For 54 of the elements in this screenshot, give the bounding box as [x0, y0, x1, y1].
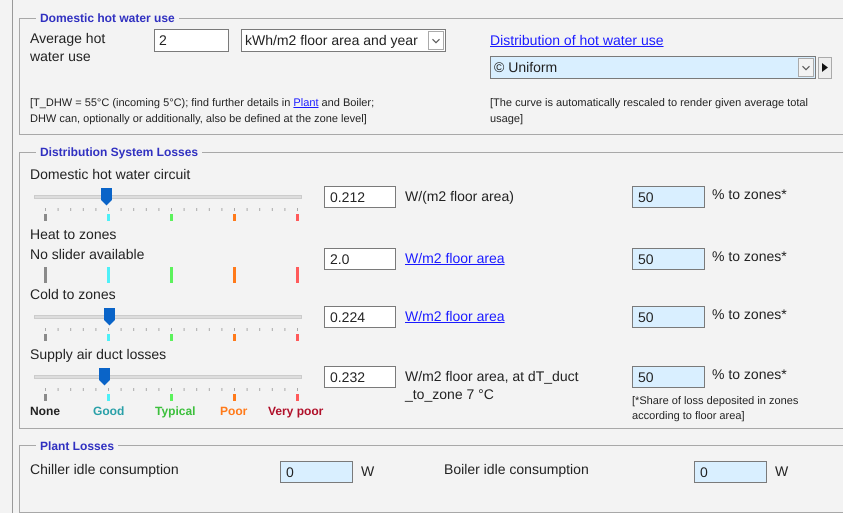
legend-label: Good [93, 403, 124, 420]
share-label: % to zones* [712, 248, 787, 264]
legend-label: None [30, 403, 60, 420]
section-title: Distribution System Losses [39, 144, 200, 162]
share-field[interactable]: 50 [632, 366, 705, 388]
triangle-right-icon [822, 63, 828, 72]
share-label: % to zones* [712, 366, 787, 382]
share-label: % to zones* [712, 306, 787, 322]
note-text: [The curve is automatically rescaled to render given average total usage] [490, 96, 809, 127]
share-field[interactable]: 50 [632, 186, 705, 208]
share-label: % to zones* [712, 186, 787, 202]
field-label: Chiller idle consumption [30, 460, 180, 480]
slider-thumb[interactable] [100, 187, 114, 206]
section-title: Domestic hot water use [39, 10, 176, 27]
row-label: Domestic hot water circuit [30, 165, 190, 184]
input-field[interactable]: 0.232 [324, 366, 396, 388]
input-field[interactable]: 2 [154, 29, 229, 52]
input-field[interactable]: 0.212 [324, 186, 396, 208]
input-field[interactable]: 2.0 [324, 248, 396, 270]
no-slider-note: No slider available [30, 245, 144, 264]
distribution-dropdown[interactable]: © Uniform [490, 56, 816, 79]
footnote-text: [*Share of loss deposited in zones according to floor area] [632, 394, 800, 424]
field-label: Boiler idle consumption [444, 460, 590, 480]
row-label: Cold to zones [30, 285, 116, 304]
slider[interactable] [34, 367, 302, 388]
unit-dropdown[interactable]: kWh/m2 floor area and year [241, 29, 446, 52]
input-field[interactable]: 0 [280, 460, 353, 483]
row-label: Heat to zones [30, 225, 116, 244]
section-title: Plant Losses [39, 438, 116, 455]
share-field[interactable]: 50 [632, 248, 705, 270]
input-field[interactable]: 0 [694, 460, 767, 483]
unit-label: W [775, 462, 788, 482]
legend-label: Very poor [268, 403, 324, 420]
slider-thumb[interactable] [103, 307, 116, 326]
slider[interactable] [34, 307, 302, 328]
unit-label: W/m2 floor area, at dT_duct _to_zone 7 °C [405, 367, 580, 404]
chevron-down-icon [428, 31, 444, 50]
unit-link[interactable]: W/m2 floor area [405, 306, 505, 326]
unit-label: W [361, 462, 374, 482]
slider[interactable] [34, 187, 302, 208]
input-field[interactable]: 0.224 [324, 306, 396, 328]
field-label: Average hot water use [30, 29, 106, 65]
plant-link[interactable]: Plant [293, 97, 318, 109]
share-field[interactable]: 50 [632, 306, 705, 328]
slider-thumb[interactable] [98, 367, 111, 386]
unit-label: W/(m2 floor area) [405, 187, 515, 206]
note-text: [T_DHW = 55°C (incoming 5°C); find further details in Plant and Boiler; DHW can, optionally or additionally, also be defined at the zone level] [30, 96, 376, 127]
row-label: Supply air duct losses [30, 345, 166, 364]
distribution-link[interactable]: Distribution of hot water use [490, 30, 664, 51]
legend-label: Poor [220, 403, 248, 420]
play-button[interactable] [818, 56, 832, 78]
unit-link[interactable]: W/m2 floor area [405, 248, 505, 268]
legend-label: Typical [155, 403, 196, 420]
chevron-down-icon [798, 58, 814, 77]
